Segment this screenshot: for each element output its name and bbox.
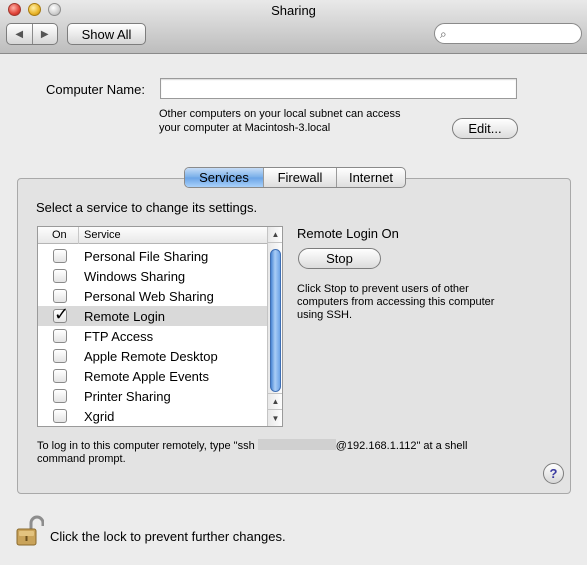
service-checkbox[interactable] (53, 249, 67, 263)
search-field[interactable]: ⌕ (434, 23, 582, 44)
magnifier-icon: ⌕ (440, 27, 447, 41)
back-button[interactable]: ◀ (7, 24, 32, 44)
note-line-1: Other computers on your local subnet can… (159, 108, 401, 120)
note-line-2: your computer at Macintosh-3.local (159, 122, 331, 134)
service-checkbox[interactable] (53, 409, 67, 423)
scroll-down-arrow-icon[interactable]: ▼ (268, 409, 282, 426)
service-name: Personal File Sharing (84, 249, 209, 264)
service-status-title: Remote Login On (297, 226, 399, 241)
lock-message: Click the lock to prevent further change… (50, 529, 286, 544)
unlocked-padlock-icon[interactable] (16, 515, 44, 547)
scroll-thumb[interactable] (270, 249, 281, 392)
service-checkbox[interactable] (53, 269, 67, 283)
service-name: Windows Sharing (84, 269, 186, 284)
service-row-windows-sharing[interactable]: Windows Sharing (38, 266, 267, 286)
forward-button[interactable]: ▶ (31, 24, 58, 44)
service-row-personal-file-sharing[interactable]: Personal File Sharing (38, 246, 267, 266)
service-row-ftp-access[interactable]: FTP Access (38, 326, 267, 346)
service-row-remote-apple-events[interactable]: Remote Apple Events (38, 366, 267, 386)
service-checkbox[interactable] (53, 349, 67, 363)
description-line-1: Click Stop to prevent users of other (297, 283, 469, 295)
service-name: FTP Access (84, 329, 154, 344)
service-name: Remote Login (84, 309, 165, 324)
computer-name-note: Other computers on your local subnet can… (159, 107, 449, 135)
description-line-3: using SSH. (297, 309, 353, 321)
service-row-printer-sharing[interactable]: Printer Sharing (38, 386, 267, 406)
scroll-up-arrow-icon[interactable]: ▲ (268, 393, 282, 409)
computer-name-label: Computer Name: (46, 82, 145, 97)
service-list-header: On Service (38, 227, 267, 244)
window-title: Sharing (271, 3, 316, 18)
column-header-on[interactable]: On (52, 229, 67, 241)
service-name: Apple Remote Desktop (84, 349, 218, 364)
instructions-prefix: To log in to this computer remotely, typ… (37, 440, 258, 452)
service-checkbox[interactable] (53, 289, 67, 303)
service-list: On Service Personal File Sharing Windows… (37, 226, 283, 427)
show-all-button[interactable]: Show All (67, 23, 146, 45)
vertical-scrollbar[interactable]: ▲ ▲ ▼ (267, 227, 282, 426)
remote-login-instructions: To log in to this computer remotely, typ… (37, 439, 557, 466)
left-arrow-icon: ◀ (15, 28, 24, 40)
service-hint: Select a service to change its settings. (36, 200, 258, 215)
tab-firewall[interactable]: Firewall (263, 168, 336, 187)
service-row-personal-web-sharing[interactable]: Personal Web Sharing (38, 286, 267, 306)
search-input[interactable] (455, 25, 575, 42)
scroll-up-arrow-icon[interactable]: ▲ (268, 227, 282, 243)
back-forward-control: ◀ ▶ (6, 23, 58, 45)
window-toolbar: Sharing ◀ ▶ Show All ⌕ (0, 0, 587, 54)
service-status-description: Click Stop to prevent users of other com… (297, 283, 532, 322)
redacted-username (257, 439, 336, 450)
right-arrow-icon: ▶ (40, 28, 49, 40)
service-checkbox[interactable] (53, 329, 67, 343)
service-checkbox-checked[interactable] (53, 304, 69, 325)
service-row-remote-login[interactable]: Remote Login (38, 304, 267, 326)
column-header-service[interactable]: Service (84, 229, 121, 241)
service-row-apple-remote-desktop[interactable]: Apple Remote Desktop (38, 346, 267, 366)
service-row-xgrid[interactable]: Xgrid (38, 406, 267, 426)
computer-name-field[interactable] (160, 78, 517, 99)
tab-internet[interactable]: Internet (336, 168, 405, 187)
service-checkbox[interactable] (53, 389, 67, 403)
help-button[interactable]: ? (543, 463, 564, 484)
service-name: Remote Apple Events (84, 369, 210, 384)
column-divider (78, 227, 79, 244)
instructions-line-2: command prompt. (37, 453, 126, 465)
service-name: Printer Sharing (84, 389, 171, 404)
service-checkbox[interactable] (53, 369, 67, 383)
tab-bar: Services Firewall Internet (184, 167, 406, 188)
description-line-2: computers from accessing this computer (297, 296, 495, 308)
stop-button[interactable]: Stop (298, 248, 381, 269)
instructions-suffix: @192.168.1.112" at a shell (335, 440, 468, 452)
service-name: Xgrid (84, 409, 115, 424)
service-name: Personal Web Sharing (84, 289, 214, 304)
tab-services[interactable]: Services (185, 168, 263, 187)
edit-button[interactable]: Edit... (452, 118, 518, 139)
